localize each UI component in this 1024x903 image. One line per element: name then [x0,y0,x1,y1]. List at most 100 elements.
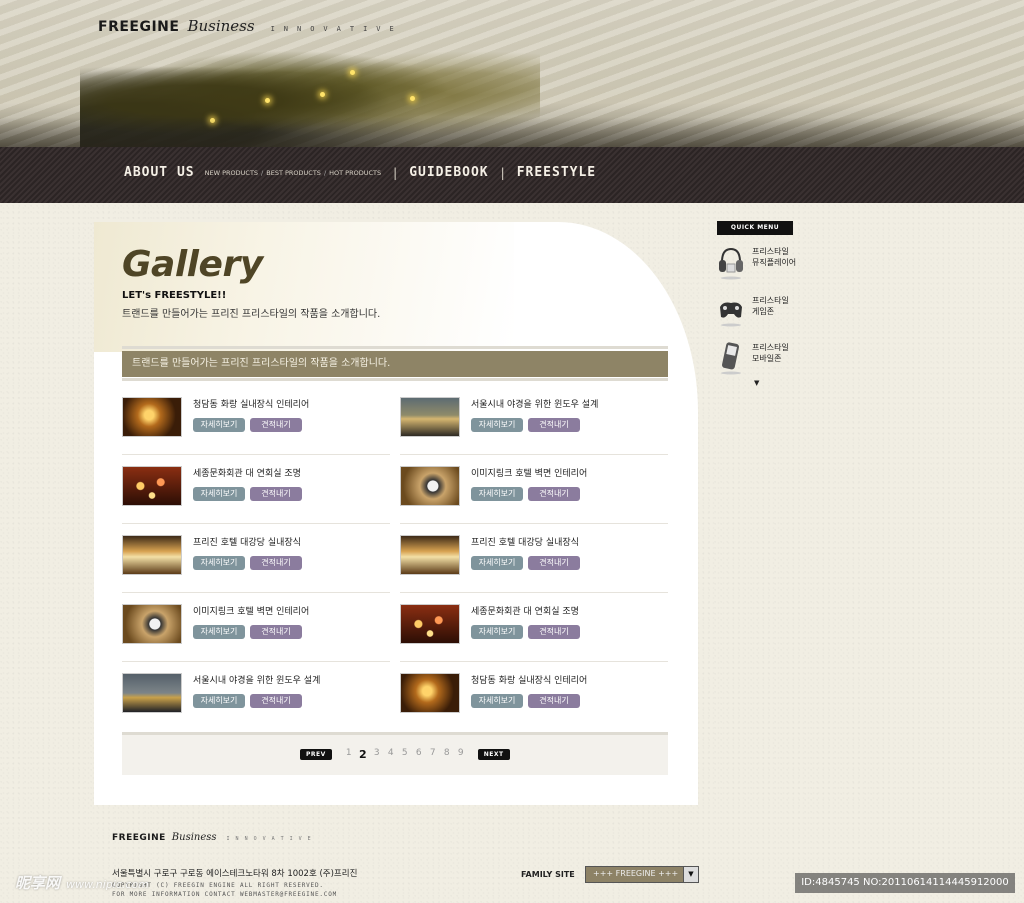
nav-new-products[interactable]: NEW PRODUCTS [205,169,258,177]
gallery-item-title[interactable]: 청담동 화랑 실내장식 인테리어 [193,397,309,410]
gallery-item-title[interactable]: 이미지링크 호텔 벽면 인테리어 [193,604,309,617]
page-number[interactable]: 1 [342,748,356,761]
nav-slash: / [261,168,264,177]
gallery-thumbnail[interactable] [122,466,182,506]
gallery-item-title[interactable]: 세종문화회관 대 연회실 조명 [471,604,579,617]
view-details-button[interactable]: 자세히보기 [471,487,523,501]
gallery-thumbnail[interactable] [400,466,460,506]
item-divider [400,454,668,455]
item-divider [400,592,668,593]
request-quote-button[interactable]: 견적내기 [528,694,580,708]
item-divider [400,523,668,524]
gallery-item: 청담동 화랑 실내장식 인테리어자세히보기 견적내기 [122,397,390,459]
gallery-item-title[interactable]: 이미지링크 호텔 벽면 인테리어 [471,466,587,479]
site-logo[interactable]: FREEGINE Business INNOVATIVE [98,17,403,35]
request-quote-button[interactable]: 견적내기 [250,487,302,501]
page-number[interactable]: 3 [370,748,384,761]
gallery-thumbnail[interactable] [122,535,182,575]
nav-guidebook[interactable]: GUIDEBOOK [409,165,488,180]
view-details-button[interactable]: 자세히보기 [193,556,245,570]
header-banner: FREEGINE Business INNOVATIVE [0,0,1024,147]
nav-best-products[interactable]: BEST PRODUCTS [266,169,321,177]
gallery-thumbnail[interactable] [122,673,182,713]
request-quote-button[interactable]: 견적내기 [528,487,580,501]
item-divider [122,661,390,662]
gallery-item-title[interactable]: 프리진 호텔 대강당 실내장식 [193,535,301,548]
quick-menu-label: 프리스타일 뮤직플레이어 [752,246,796,268]
gallery-item-title[interactable]: 서울시내 야경을 위한 윈도우 설계 [471,397,598,410]
quick-menu-more-arrow-icon[interactable]: ▼ [754,379,759,387]
gallery-item-title[interactable]: 청담동 화랑 실내장식 인테리어 [471,673,587,686]
gallery-item-title[interactable]: 프리진 호텔 대강당 실내장식 [471,535,579,548]
nav-about-us[interactable]: ABOUT US [124,165,195,180]
page-subtitle: LET's FREESTYLE!! [122,290,227,301]
chevron-down-icon[interactable]: ▼ [683,867,698,882]
gallery-thumbnail[interactable] [400,535,460,575]
page-number[interactable]: 5 [398,748,412,761]
gallery-item-title[interactable]: 세종문화회관 대 연회실 조명 [193,466,301,479]
page-title: Gallery [122,244,263,285]
gallery-thumbnail[interactable] [122,397,182,437]
view-details-button[interactable]: 자세히보기 [471,556,523,570]
item-divider [122,454,390,455]
page-number[interactable]: 8 [440,748,454,761]
view-details-button[interactable]: 자세히보기 [193,625,245,639]
quick-menu-line1: 프리스타일 [752,296,789,305]
request-quote-button[interactable]: 견적내기 [250,625,302,639]
watermark-url: www.nipic.com [66,878,149,891]
page-number[interactable]: 4 [384,748,398,761]
gallery-thumbnail[interactable] [122,604,182,644]
family-site-select[interactable]: +++ FREEGINE +++ ▼ [585,866,699,883]
request-quote-button[interactable]: 견적내기 [528,418,580,432]
gallery-thumbnail[interactable] [400,604,460,644]
quick-menu-line1: 프리스타일 [752,247,789,256]
page-numbers: 123456789 [342,748,468,761]
quick-menu-game-zone[interactable]: 프리스타일 게임존 [717,293,807,333]
request-quote-button[interactable]: 견적내기 [250,418,302,432]
gallery-item: 서울시내 야경을 위한 윈도우 설계자세히보기 견적내기 [400,397,668,459]
page-number[interactable]: 9 [454,748,468,761]
request-quote-button[interactable]: 견적내기 [528,556,580,570]
watermark-id: ID:4845745 NO:20110614114445912000 [795,873,1015,893]
request-quote-button[interactable]: 견적내기 [528,625,580,639]
footer-logo-script: Business [171,832,217,843]
pagination: PREV 123456789 NEXT [300,748,510,761]
quick-menu-line2: 뮤직플레이어 [752,258,797,267]
nav-hot-products[interactable]: HOT PRODUCTS [329,169,381,177]
request-quote-button[interactable]: 견적내기 [250,694,302,708]
gallery-item: 청담동 화랑 실내장식 인테리어자세히보기 견적내기 [400,673,668,735]
view-details-button[interactable]: 자세히보기 [193,418,245,432]
nav-freestyle[interactable]: FREESTYLE [517,165,596,180]
nav-slash: / [323,168,327,177]
footer-logo: FREEGINE Business INNOVATIVE [112,832,317,843]
footer-logo-wordmark: FREEGINE [112,833,166,843]
family-site-value: +++ FREEGINE +++ [593,869,679,878]
page-number[interactable]: 6 [412,748,426,761]
quick-menu-line2: 모바일존 [752,354,782,363]
logo-wordmark: FREEGINE [98,19,180,35]
request-quote-button[interactable]: 견적내기 [250,556,302,570]
panel-highlight [94,222,514,352]
view-details-button[interactable]: 자세히보기 [193,694,245,708]
gamepad-icon [720,302,742,327]
view-details-button[interactable]: 자세히보기 [471,418,523,432]
quick-menu-mobile-zone[interactable]: 프리스타일 모바일존 [717,340,807,380]
view-details-button[interactable]: 자세히보기 [471,694,523,708]
nav-separator: | [500,165,505,180]
quick-menu-label: 프리스타일 게임존 [752,295,789,317]
gallery-item: 서울시내 야경을 위한 윈도우 설계자세히보기 견적내기 [122,673,390,735]
next-button[interactable]: NEXT [477,749,510,760]
logo-tagline: INNOVATIVE [270,25,403,33]
page-number[interactable]: 2 [356,748,370,761]
mobile-phone-icon [721,342,741,375]
gallery-thumbnail[interactable] [400,673,460,713]
view-details-button[interactable]: 자세히보기 [193,487,245,501]
gallery-thumbnail[interactable] [400,397,460,437]
prev-button[interactable]: PREV [300,749,332,760]
page-number[interactable]: 7 [426,748,440,761]
bar-rule [122,346,668,349]
quick-menu-music-player[interactable]: 프리스타일 뮤직플레이어 [717,244,807,284]
watermark-brand-text: 昵享网 [15,874,61,892]
view-details-button[interactable]: 자세히보기 [471,625,523,639]
gallery-item-title[interactable]: 서울시내 야경을 위한 윈도우 설계 [193,673,320,686]
